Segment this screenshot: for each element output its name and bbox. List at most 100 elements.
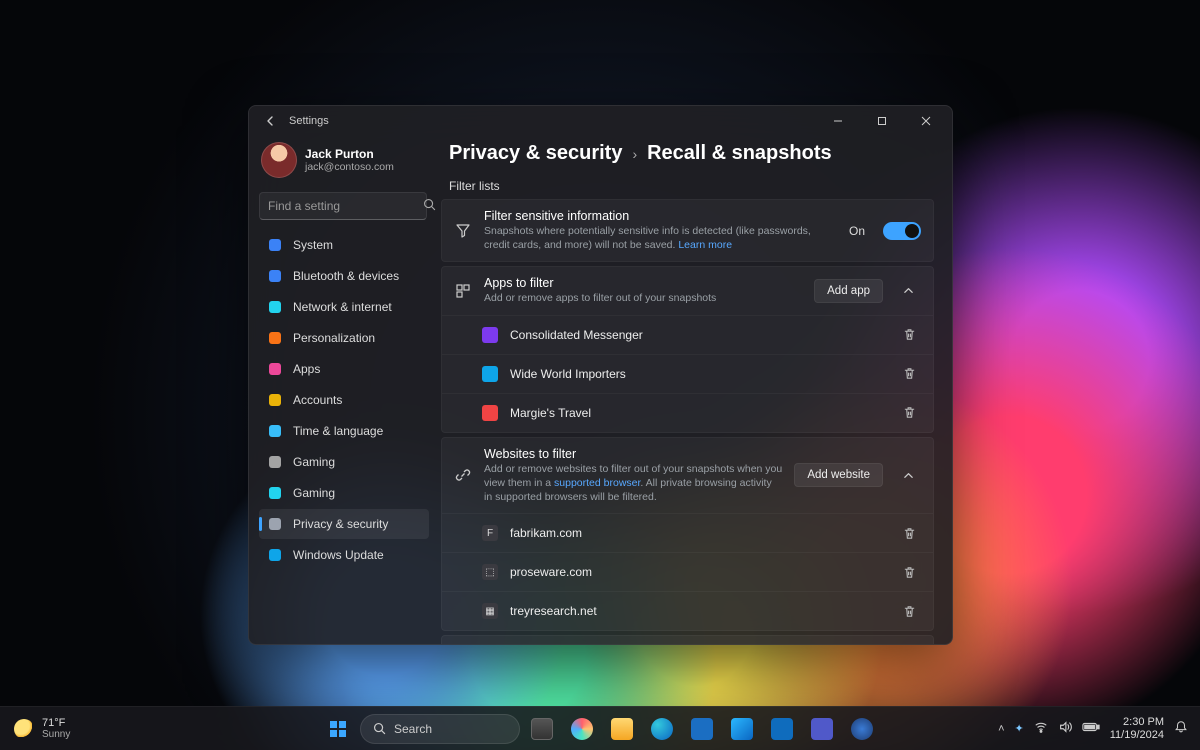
minimize-button[interactable] bbox=[816, 106, 860, 136]
taskbar-center: Search bbox=[320, 711, 880, 747]
sidebar-item-time[interactable]: Time & language bbox=[259, 416, 429, 446]
clock[interactable]: 2:30 PM 11/19/2024 bbox=[1110, 716, 1164, 741]
taskbar-search[interactable]: Search bbox=[360, 714, 520, 744]
taskbar-app-edge[interactable] bbox=[644, 711, 680, 747]
taskbar-app-teams[interactable] bbox=[804, 711, 840, 747]
maximize-button[interactable] bbox=[860, 106, 904, 136]
app-filter-name: Consolidated Messenger bbox=[510, 328, 643, 342]
sun-icon bbox=[14, 719, 34, 739]
sidebar-item-network[interactable]: Network & internet bbox=[259, 292, 429, 322]
sidebar-item-gaming1[interactable]: Gaming bbox=[259, 447, 429, 477]
profile-email: jack@contoso.com bbox=[305, 161, 394, 173]
sidebar-item-apps[interactable]: Apps bbox=[259, 354, 429, 384]
tray-wifi-icon[interactable] bbox=[1034, 720, 1048, 737]
website-filter-row: ▦treyresearch.net bbox=[442, 591, 933, 630]
sidebar-item-system[interactable]: System bbox=[259, 230, 429, 260]
taskbar-app-copilot[interactable] bbox=[564, 711, 600, 747]
card-websites-filter: Websites to filter Add or remove website… bbox=[441, 437, 934, 632]
sidebar-item-bluetooth[interactable]: Bluetooth & devices bbox=[259, 261, 429, 291]
toggle-state-label: On bbox=[849, 224, 865, 238]
delete-button[interactable] bbox=[897, 521, 921, 545]
delete-button[interactable] bbox=[897, 323, 921, 347]
app-filter-name: Margie's Travel bbox=[510, 406, 591, 420]
link-icon bbox=[454, 467, 472, 483]
website-filter-row: ⬚proseware.com bbox=[442, 552, 933, 591]
delete-button[interactable] bbox=[897, 401, 921, 425]
sidebar-item-label: Bluetooth & devices bbox=[293, 269, 399, 283]
weather-widget[interactable]: 71°F Sunny bbox=[0, 717, 84, 740]
tray-volume-icon[interactable] bbox=[1058, 720, 1072, 737]
sidebar-item-privacy[interactable]: Privacy & security bbox=[259, 509, 429, 539]
delete-button[interactable] bbox=[897, 599, 921, 623]
notifications-icon[interactable] bbox=[1174, 720, 1188, 737]
search-box[interactable] bbox=[259, 192, 427, 220]
website-filter-url: fabrikam.com bbox=[510, 526, 582, 540]
taskbar-app-store[interactable] bbox=[684, 711, 720, 747]
taskbar-app-settings[interactable] bbox=[844, 711, 880, 747]
privacy-icon bbox=[267, 516, 283, 532]
filter-sensitive-title: Filter sensitive information bbox=[484, 209, 837, 223]
tray-chevron-icon[interactable]: ˄ bbox=[998, 723, 1004, 735]
tray-battery-icon[interactable] bbox=[1082, 721, 1100, 736]
breadcrumb-parent[interactable]: Privacy & security bbox=[449, 142, 622, 165]
chevron-right-icon: › bbox=[632, 146, 637, 162]
delete-button[interactable] bbox=[897, 362, 921, 386]
breadcrumb-current: Recall & snapshots bbox=[647, 142, 832, 165]
site-icon: F bbox=[482, 525, 498, 541]
website-filter-url: treyresearch.net bbox=[510, 604, 597, 618]
learn-more-link[interactable]: Learn more bbox=[678, 239, 732, 251]
task-view-button[interactable] bbox=[524, 711, 560, 747]
funnel-icon bbox=[454, 223, 472, 239]
update-icon bbox=[267, 547, 283, 563]
main-content: Privacy & security › Recall & snapshots … bbox=[435, 136, 952, 644]
start-button[interactable] bbox=[320, 711, 356, 747]
sidebar-item-personalization[interactable]: Personalization bbox=[259, 323, 429, 353]
add-app-button[interactable]: Add app bbox=[814, 279, 883, 303]
profile[interactable]: Jack Purton jack@contoso.com bbox=[259, 140, 429, 188]
sidebar-item-label: Gaming bbox=[293, 455, 335, 469]
add-website-button[interactable]: Add website bbox=[794, 463, 883, 487]
supported-browser-link[interactable]: supported browser bbox=[554, 477, 640, 489]
app-icon bbox=[482, 327, 498, 343]
filter-sensitive-toggle[interactable] bbox=[883, 222, 921, 240]
sidebar-item-label: Windows Update bbox=[293, 548, 384, 562]
app-filter-row: Wide World Importers bbox=[442, 354, 933, 393]
close-button[interactable] bbox=[904, 106, 948, 136]
delete-button[interactable] bbox=[897, 560, 921, 584]
websites-filter-title: Websites to filter bbox=[484, 447, 782, 461]
back-button[interactable] bbox=[259, 109, 283, 133]
collapse-apps-button[interactable] bbox=[895, 278, 921, 304]
taskbar-app-photos[interactable] bbox=[724, 711, 760, 747]
website-filter-row: Ffabrikam.com bbox=[442, 513, 933, 552]
sidebar-item-label: Time & language bbox=[293, 424, 383, 438]
app-filter-name: Wide World Importers bbox=[510, 367, 626, 381]
taskbar: 71°F Sunny Search ˄ ✦ bbox=[0, 706, 1200, 750]
sidebar-item-gaming2[interactable]: Gaming bbox=[259, 478, 429, 508]
system-tray: ˄ ✦ 2:30 PM 11/19/2024 bbox=[986, 716, 1200, 741]
sidebar-item-label: Personalization bbox=[293, 331, 375, 345]
sidebar-item-label: Network & internet bbox=[293, 300, 392, 314]
personalization-icon bbox=[267, 330, 283, 346]
taskbar-app-explorer[interactable] bbox=[604, 711, 640, 747]
collapse-websites-button[interactable] bbox=[895, 462, 921, 488]
tray-copilot-icon[interactable]: ✦ bbox=[1015, 722, 1024, 735]
sidebar: Jack Purton jack@contoso.com System Bluet… bbox=[249, 136, 435, 644]
sidebar-item-accounts[interactable]: Accounts bbox=[259, 385, 429, 415]
accounts-icon bbox=[267, 392, 283, 408]
app-filter-row: Consolidated Messenger bbox=[442, 315, 933, 354]
taskbar-app-outlook[interactable] bbox=[764, 711, 800, 747]
apps-icon bbox=[454, 283, 472, 299]
apps-filter-title: Apps to filter bbox=[484, 276, 802, 290]
settings-window: Settings Jack Purton jack@contoso.com bbox=[248, 105, 953, 645]
window-title: Settings bbox=[289, 115, 329, 127]
sidebar-item-update[interactable]: Windows Update bbox=[259, 540, 429, 570]
filter-sensitive-desc: Snapshots where potentially sensitive in… bbox=[484, 224, 837, 252]
gaming1-icon bbox=[267, 454, 283, 470]
card-apps-filter: Apps to filter Add or remove apps to fil… bbox=[441, 266, 934, 432]
search-input[interactable] bbox=[268, 199, 423, 213]
app-icon bbox=[482, 366, 498, 382]
sidebar-item-label: Apps bbox=[293, 362, 320, 376]
sidebar-item-label: System bbox=[293, 238, 333, 252]
profile-name: Jack Purton bbox=[305, 147, 394, 161]
bluetooth-icon bbox=[267, 268, 283, 284]
